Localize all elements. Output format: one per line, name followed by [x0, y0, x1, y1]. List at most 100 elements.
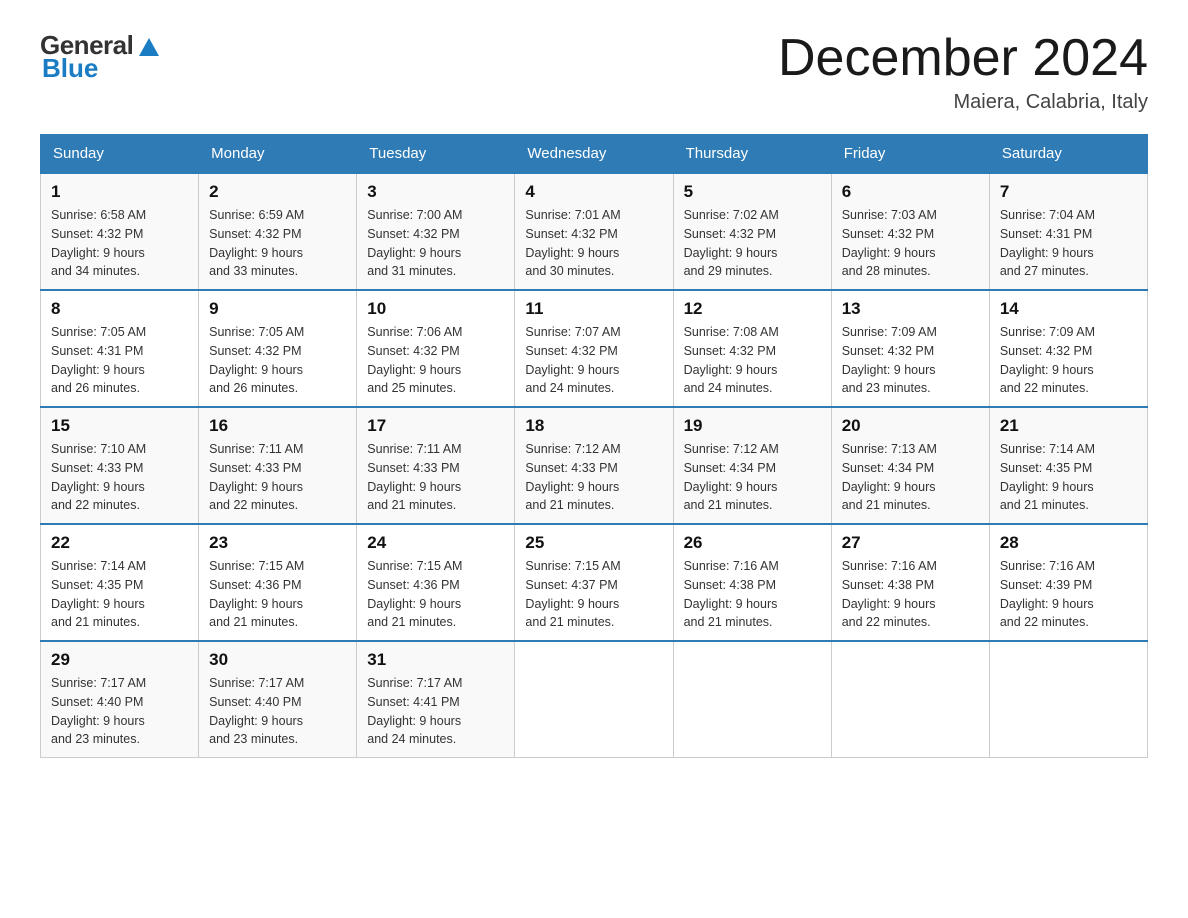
- calendar-table: SundayMondayTuesdayWednesdayThursdayFrid…: [40, 134, 1148, 758]
- header-day-thursday: Thursday: [673, 135, 831, 174]
- calendar-cell: 25 Sunrise: 7:15 AMSunset: 4:37 PMDayligh…: [515, 524, 673, 641]
- calendar-cell: 16Sunrise: 7:11 AMSunset: 4:33 PMDayligh…: [199, 407, 357, 524]
- day-number: 7: [1000, 182, 1137, 202]
- header-day-saturday: Saturday: [989, 135, 1147, 174]
- day-info: Sunrise: 7:15 AMSunset: 4:36 PMDaylight:…: [367, 557, 504, 632]
- calendar-week-row: 15 Sunrise: 7:10 AMSunset: 4:33 PMDayligh…: [41, 407, 1148, 524]
- calendar-cell: 12Sunrise: 7:08 AMSunset: 4:32 PMDayligh…: [673, 290, 831, 407]
- day-info: Sunrise: 7:16 AMSunset: 4:38 PMDaylight:…: [842, 557, 979, 632]
- day-info: Sunrise: 7:12 AMSunset: 4:34 PMDaylight:…: [684, 440, 821, 515]
- header-day-monday: Monday: [199, 135, 357, 174]
- day-number: 22: [51, 533, 188, 553]
- day-info: Sunrise: 7:01 AMSunset: 4:32 PMDaylight:…: [525, 206, 662, 281]
- title-block: December 2024 Maiera, Calabria, Italy: [778, 30, 1148, 114]
- calendar-cell: 19 Sunrise: 7:12 AMSunset: 4:34 PMDayligh…: [673, 407, 831, 524]
- day-number: 8: [51, 299, 188, 319]
- day-number: 26: [684, 533, 821, 553]
- day-info: Sunrise: 7:13 AMSunset: 4:34 PMDaylight:…: [842, 440, 979, 515]
- day-number: 11: [525, 299, 662, 319]
- calendar-week-row: 29Sunrise: 7:17 AMSunset: 4:40 PMDayligh…: [41, 641, 1148, 758]
- day-number: 5: [684, 182, 821, 202]
- header-day-wednesday: Wednesday: [515, 135, 673, 174]
- calendar-cell: [673, 641, 831, 758]
- calendar-cell: 22Sunrise: 7:14 AMSunset: 4:35 PMDayligh…: [41, 524, 199, 641]
- day-number: 21: [1000, 416, 1137, 436]
- logo-text-blue: Blue: [40, 53, 98, 84]
- calendar-cell: 27 Sunrise: 7:16 AMSunset: 4:38 PMDayligh…: [831, 524, 989, 641]
- logo: General Blue: [40, 30, 163, 84]
- day-number: 1: [51, 182, 188, 202]
- logo-triangle-icon: [135, 32, 163, 60]
- day-info: Sunrise: 7:17 AMSunset: 4:41 PMDaylight:…: [367, 674, 504, 749]
- calendar-week-row: 22Sunrise: 7:14 AMSunset: 4:35 PMDayligh…: [41, 524, 1148, 641]
- day-number: 27: [842, 533, 979, 553]
- day-info: Sunrise: 7:00 AMSunset: 4:32 PMDaylight:…: [367, 206, 504, 281]
- calendar-cell: 28Sunrise: 7:16 AMSunset: 4:39 PMDayligh…: [989, 524, 1147, 641]
- day-info: Sunrise: 7:11 AMSunset: 4:33 PMDaylight:…: [367, 440, 504, 515]
- calendar-cell: [989, 641, 1147, 758]
- day-number: 16: [209, 416, 346, 436]
- header-day-tuesday: Tuesday: [357, 135, 515, 174]
- day-info: Sunrise: 6:58 AMSunset: 4:32 PMDaylight:…: [51, 206, 188, 281]
- day-info: Sunrise: 7:02 AMSunset: 4:32 PMDaylight:…: [684, 206, 821, 281]
- calendar-week-row: 1 Sunrise: 6:58 AMSunset: 4:32 PMDaylight…: [41, 173, 1148, 290]
- day-info: Sunrise: 7:07 AMSunset: 4:32 PMDaylight:…: [525, 323, 662, 398]
- day-info: Sunrise: 7:09 AMSunset: 4:32 PMDaylight:…: [1000, 323, 1137, 398]
- day-info: Sunrise: 7:05 AMSunset: 4:31 PMDaylight:…: [51, 323, 188, 398]
- day-info: Sunrise: 7:17 AMSunset: 4:40 PMDaylight:…: [209, 674, 346, 749]
- calendar-cell: 30 Sunrise: 7:17 AMSunset: 4:40 PMDayligh…: [199, 641, 357, 758]
- day-number: 10: [367, 299, 504, 319]
- day-number: 14: [1000, 299, 1137, 319]
- day-info: Sunrise: 7:15 AMSunset: 4:36 PMDaylight:…: [209, 557, 346, 632]
- calendar-cell: 31 Sunrise: 7:17 AMSunset: 4:41 PMDayligh…: [357, 641, 515, 758]
- day-info: Sunrise: 7:08 AMSunset: 4:32 PMDaylight:…: [684, 323, 821, 398]
- calendar-cell: 23 Sunrise: 7:15 AMSunset: 4:36 PMDayligh…: [199, 524, 357, 641]
- day-number: 13: [842, 299, 979, 319]
- day-info: Sunrise: 7:05 AMSunset: 4:32 PMDaylight:…: [209, 323, 346, 398]
- calendar-cell: 14 Sunrise: 7:09 AMSunset: 4:32 PMDayligh…: [989, 290, 1147, 407]
- day-number: 19: [684, 416, 821, 436]
- calendar-cell: 26Sunrise: 7:16 AMSunset: 4:38 PMDayligh…: [673, 524, 831, 641]
- calendar-cell: 21 Sunrise: 7:14 AMSunset: 4:35 PMDayligh…: [989, 407, 1147, 524]
- day-number: 25: [525, 533, 662, 553]
- day-number: 6: [842, 182, 979, 202]
- day-number: 9: [209, 299, 346, 319]
- calendar-cell: 4 Sunrise: 7:01 AMSunset: 4:32 PMDaylight…: [515, 173, 673, 290]
- calendar-cell: 3 Sunrise: 7:00 AMSunset: 4:32 PMDaylight…: [357, 173, 515, 290]
- calendar-subtitle: Maiera, Calabria, Italy: [778, 91, 1148, 114]
- day-info: Sunrise: 7:14 AMSunset: 4:35 PMDaylight:…: [1000, 440, 1137, 515]
- calendar-cell: 13 Sunrise: 7:09 AMSunset: 4:32 PMDayligh…: [831, 290, 989, 407]
- calendar-cell: 29Sunrise: 7:17 AMSunset: 4:40 PMDayligh…: [41, 641, 199, 758]
- calendar-cell: 2 Sunrise: 6:59 AMSunset: 4:32 PMDaylight…: [199, 173, 357, 290]
- day-info: Sunrise: 7:09 AMSunset: 4:32 PMDaylight:…: [842, 323, 979, 398]
- day-number: 23: [209, 533, 346, 553]
- day-number: 2: [209, 182, 346, 202]
- day-number: 17: [367, 416, 504, 436]
- day-number: 20: [842, 416, 979, 436]
- day-number: 24: [367, 533, 504, 553]
- day-info: Sunrise: 7:17 AMSunset: 4:40 PMDaylight:…: [51, 674, 188, 749]
- calendar-cell: 17 Sunrise: 7:11 AMSunset: 4:33 PMDayligh…: [357, 407, 515, 524]
- calendar-cell: 7Sunrise: 7:04 AMSunset: 4:31 PMDaylight…: [989, 173, 1147, 290]
- calendar-title: December 2024: [778, 30, 1148, 87]
- day-info: Sunrise: 7:03 AMSunset: 4:32 PMDaylight:…: [842, 206, 979, 281]
- day-info: Sunrise: 6:59 AMSunset: 4:32 PMDaylight:…: [209, 206, 346, 281]
- calendar-cell: 5 Sunrise: 7:02 AMSunset: 4:32 PMDaylight…: [673, 173, 831, 290]
- day-number: 31: [367, 650, 504, 670]
- calendar-cell: 6 Sunrise: 7:03 AMSunset: 4:32 PMDaylight…: [831, 173, 989, 290]
- calendar-cell: [515, 641, 673, 758]
- day-info: Sunrise: 7:15 AMSunset: 4:37 PMDaylight:…: [525, 557, 662, 632]
- day-number: 15: [51, 416, 188, 436]
- day-number: 30: [209, 650, 346, 670]
- calendar-cell: 1 Sunrise: 6:58 AMSunset: 4:32 PMDaylight…: [41, 173, 199, 290]
- day-number: 3: [367, 182, 504, 202]
- day-info: Sunrise: 7:10 AMSunset: 4:33 PMDaylight:…: [51, 440, 188, 515]
- day-number: 18: [525, 416, 662, 436]
- calendar-cell: 8 Sunrise: 7:05 AMSunset: 4:31 PMDaylight…: [41, 290, 199, 407]
- day-number: 4: [525, 182, 662, 202]
- calendar-cell: 24 Sunrise: 7:15 AMSunset: 4:36 PMDayligh…: [357, 524, 515, 641]
- logo-wordmark: General Blue: [40, 30, 163, 84]
- calendar-cell: 20 Sunrise: 7:13 AMSunset: 4:34 PMDayligh…: [831, 407, 989, 524]
- day-info: Sunrise: 7:06 AMSunset: 4:32 PMDaylight:…: [367, 323, 504, 398]
- calendar-cell: 15 Sunrise: 7:10 AMSunset: 4:33 PMDayligh…: [41, 407, 199, 524]
